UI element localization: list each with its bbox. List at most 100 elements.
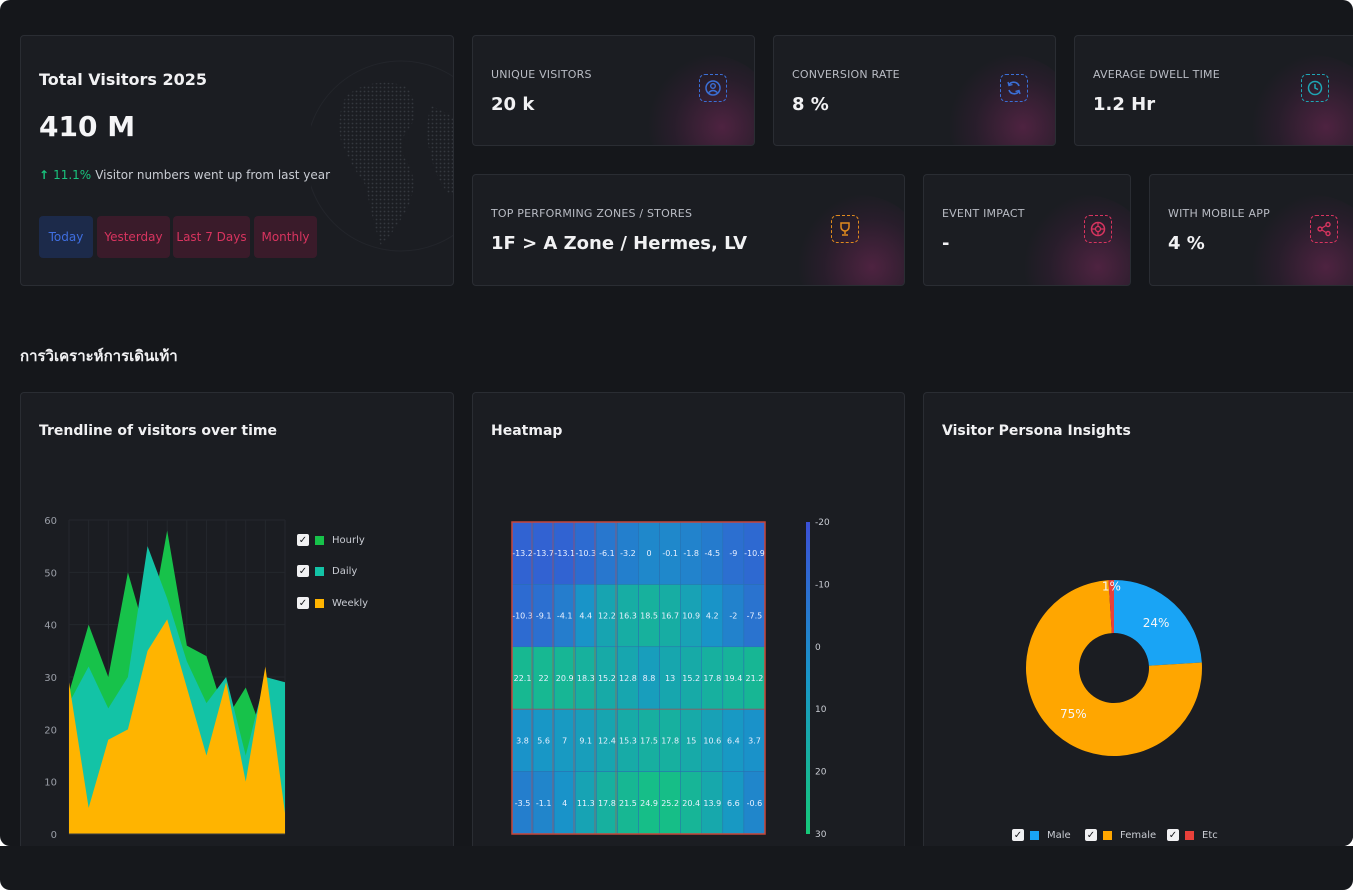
heatmap-cell-label: -7.5 (747, 612, 763, 621)
kpi-value: 4 % (1168, 233, 1205, 254)
heatmap-cell-label: -4.1 (557, 612, 573, 621)
kpi-mobile-app: WITH MOBILE APP 4 % (1149, 174, 1353, 286)
kpi-label: AVERAGE DWELL TIME (1093, 68, 1220, 81)
filter-today-button[interactable]: Today (39, 216, 93, 258)
heatmap-cell-label: 19.4 (724, 674, 742, 683)
heatmap-cell-label: 15.2 (682, 674, 700, 683)
legend-item-hourly[interactable]: ✓ Hourly (297, 534, 365, 546)
scale-tick-label: -10 (815, 580, 830, 590)
heatmap-cell-label: 10.9 (682, 612, 700, 621)
heatmap-cell-label: -6.1 (599, 549, 615, 558)
filter-last7days-button[interactable]: Last 7 Days (173, 216, 250, 258)
heatmap-cell-label: 21.2 (746, 674, 764, 683)
heatmap-cell-label: 13.9 (703, 799, 721, 808)
heatmap-cell-label: 22 (539, 674, 549, 683)
y-tick-label: 60 (44, 516, 57, 527)
kpi-value: 8 % (792, 94, 829, 115)
period-filter-group: Today Yesterday Last 7 Days Monthly (39, 216, 339, 258)
kpi-conversion-rate: CONVERSION RATE 8 % (773, 35, 1056, 146)
heatmap-cell-label: 13 (665, 674, 675, 683)
kpi-value: 20 k (491, 94, 535, 115)
legend-label: Weekly (332, 597, 369, 609)
y-tick-label: 10 (44, 778, 57, 789)
kpi-value: 1F > A Zone / Hermes, LV (491, 233, 748, 254)
heatmap-cell-label: -13.2 (512, 549, 533, 558)
filter-yesterday-button[interactable]: Yesterday (97, 216, 170, 258)
heatmap-cell-label: 17.8 (661, 736, 679, 745)
heatmap-cell-label: 5.6 (537, 736, 550, 745)
target-icon (1084, 215, 1112, 243)
heatmap-cell-label: 16.7 (661, 612, 679, 621)
section-title: การวิเคราะห์การเดินเท้า (20, 347, 178, 365)
checkbox-icon: ✓ (297, 597, 309, 609)
legend-label: Female (1120, 829, 1157, 841)
heatmap-cell-label: 9.1 (579, 736, 592, 745)
legend-swatch (1030, 830, 1039, 840)
heatmap-cell-label: 12.4 (598, 736, 616, 745)
heatmap-cell-label: -13.1 (554, 549, 575, 558)
legend-label: Etc (1202, 829, 1218, 841)
heatmap-cell-label: 17.8 (703, 674, 721, 683)
legend-item-etc[interactable]: ✓ Etc (1167, 829, 1218, 841)
heatmap-cell-label: 24.9 (640, 799, 658, 808)
legend-label: Daily (332, 565, 358, 577)
heatmap-cell-label: 4 (562, 799, 567, 808)
heatmap-cell-label: 0 (646, 549, 651, 558)
kpi-label: CONVERSION RATE (792, 68, 900, 81)
trend-text: Visitor numbers went up from last year (95, 168, 331, 182)
donut-label: 1% (1102, 580, 1121, 594)
heatmap-cell-label: -1.8 (683, 549, 699, 558)
legend-swatch (315, 535, 324, 545)
heatmap-cell-label: 4.4 (579, 612, 592, 621)
card-glow (945, 55, 1055, 145)
checkbox-icon: ✓ (297, 565, 309, 577)
heatmap-cell-label: 4.2 (706, 612, 719, 621)
kpi-value: - (942, 233, 950, 254)
color-scale-bar (806, 522, 810, 834)
clock-icon (1301, 74, 1329, 102)
y-tick-label: 30 (44, 673, 57, 684)
y-tick-label: 40 (44, 621, 57, 632)
legend-swatch (1185, 830, 1194, 840)
scale-tick-label: 10 (815, 705, 827, 715)
trend-line: ↑ 11.1% Visitor numbers went up from las… (39, 168, 330, 182)
persona-card: Visitor Persona Insights 24% 75% 1% ✓ Male… (923, 392, 1353, 846)
kpi-unique-visitors: UNIQUE VISITORS 20 k (472, 35, 755, 146)
legend-item-female[interactable]: ✓ Female (1085, 829, 1156, 841)
heatmap-cell-label: -9 (729, 549, 737, 558)
heatmap-cell-label: 6.6 (727, 799, 740, 808)
trophy-icon (831, 215, 859, 243)
heatmap-cell-label: 16.3 (619, 612, 637, 621)
heatmap-cell-label: -0.1 (662, 549, 678, 558)
scale-tick-label: 0 (815, 643, 821, 653)
heatmap-cell-label: 20.4 (682, 799, 700, 808)
heatmap-cell-label: 6.4 (727, 736, 740, 745)
kpi-value: 1.2 Hr (1093, 94, 1156, 115)
legend-item-weekly[interactable]: ✓ Weekly (297, 597, 368, 609)
heatmap-cell-label: 18.5 (640, 612, 658, 621)
legend-label: Hourly (332, 534, 365, 546)
persona-donut-chart: 24% 75% 1% (1026, 580, 1202, 756)
user-icon (699, 74, 727, 102)
filter-monthly-button[interactable]: Monthly (254, 216, 317, 258)
checkbox-icon: ✓ (1167, 829, 1179, 841)
heatmap-cell-label: 12.2 (598, 612, 616, 621)
heatmap-cell-label: -1.1 (536, 799, 552, 808)
y-tick-label: 50 (44, 568, 57, 579)
heatmap-cell-label: -10.9 (744, 549, 765, 558)
heatmap-cell-label: 15.2 (598, 674, 616, 683)
heatmap-cell-label: 12.8 (619, 674, 637, 683)
heatmap-cell-label: 18.3 (577, 674, 595, 683)
heatmap-cell-label: 15.3 (619, 736, 637, 745)
heatmap-cell-label: 20.9 (556, 674, 574, 683)
legend-label: Male (1047, 829, 1071, 841)
heatmap-cell-label: -3.5 (515, 799, 531, 808)
legend-item-daily[interactable]: ✓ Daily (297, 565, 357, 577)
heatmap-cell-label: -4.5 (704, 549, 720, 558)
legend-item-male[interactable]: ✓ Male (1012, 829, 1071, 841)
total-visitors-card: Total Visitors 2025 410 M ↑ 11.1% Visito… (20, 35, 454, 286)
window-frame: Total Visitors 2025 410 M ↑ 11.1% Visito… (0, 0, 1353, 893)
heatmap-cell-label: 17.8 (598, 799, 616, 808)
heatmap-cell-label: 17.5 (640, 736, 658, 745)
heatmap-cell-label: 22.1 (514, 674, 532, 683)
